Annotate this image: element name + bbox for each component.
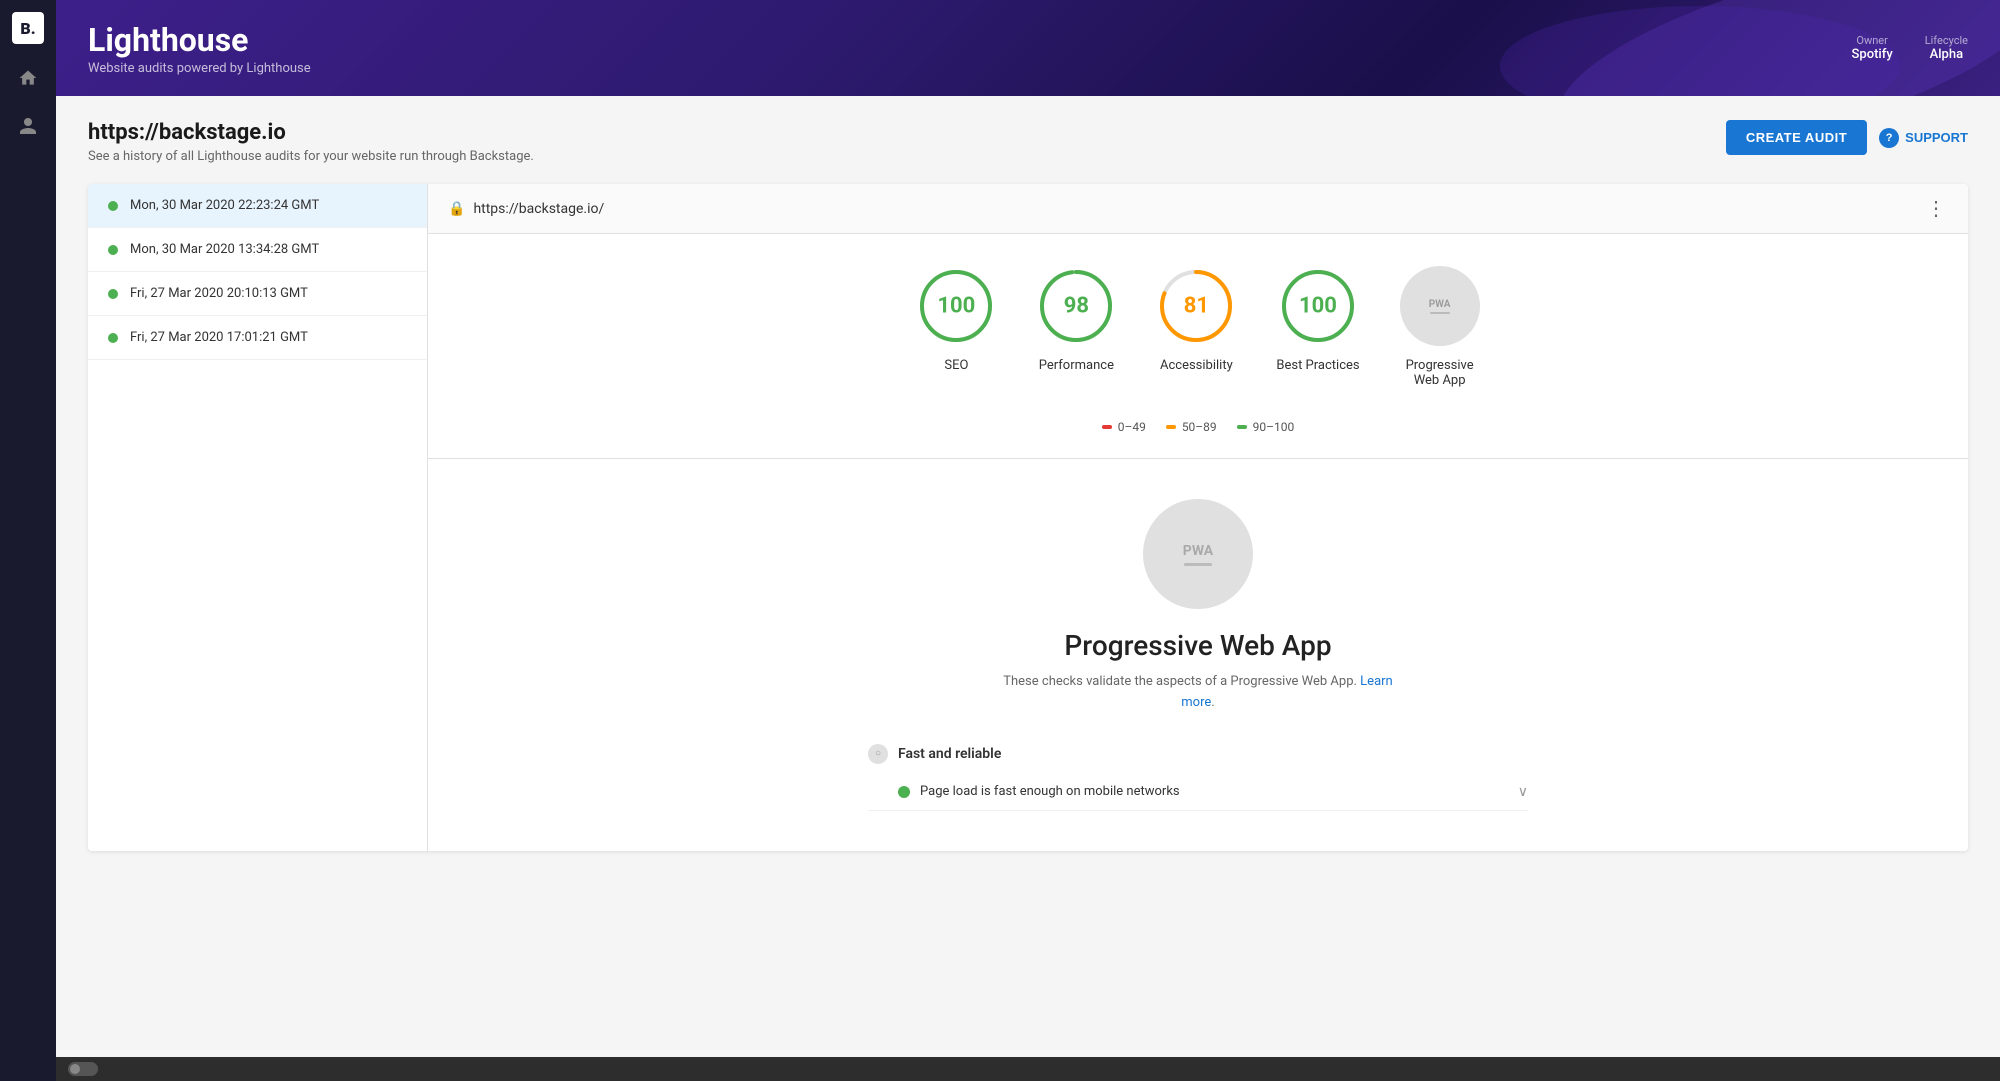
lifecycle-value: Alpha: [1925, 47, 1968, 62]
score-item: 98 Performance: [1036, 266, 1116, 388]
page-url: https://backstage.io: [88, 120, 534, 145]
page-body: https://backstage.io See a history of al…: [56, 96, 2000, 1081]
pwa-score-text: PWA: [1429, 299, 1451, 310]
header-right: Owner Spotify Lifecycle Alpha: [1852, 34, 1968, 62]
scores-section: 100 SEO 98 Performance 81 Accessibility: [428, 234, 1968, 408]
header-owner: Owner Spotify: [1852, 34, 1893, 62]
sidebar: B.: [0, 0, 56, 1081]
status-dot: [108, 201, 118, 211]
legend-range: 0–49: [1118, 420, 1146, 434]
status-dot: [108, 289, 118, 299]
audit-date: Fri, 27 Mar 2020 17:01:21 GMT: [130, 330, 308, 345]
legend-item: 50–89: [1166, 420, 1217, 434]
page-header: https://backstage.io See a history of al…: [88, 120, 1968, 164]
pwa-large-dash: [1184, 563, 1212, 566]
pwa-large-text: PWA: [1183, 543, 1213, 559]
score-circle-wrapper: 81: [1156, 266, 1236, 346]
score-circle-wrapper: 100: [916, 266, 996, 346]
audit-url-display: 🔒 https://backstage.io/: [448, 201, 604, 217]
audit-list-item[interactable]: Fri, 27 Mar 2020 17:01:21 GMT: [88, 316, 427, 360]
sidebar-item-home[interactable]: [14, 64, 42, 92]
audit-detail-header: 🔒 https://backstage.io/ ⋮: [428, 184, 1968, 234]
legend-item: 0–49: [1102, 420, 1146, 434]
more-options-button[interactable]: ⋮: [1926, 196, 1948, 221]
support-button[interactable]: ? SUPPORT: [1879, 128, 1968, 148]
legend-range: 90–100: [1253, 420, 1295, 434]
legend-dot: [1166, 425, 1176, 429]
create-audit-button[interactable]: CREATE AUDIT: [1726, 120, 1867, 155]
score-item: 100 Best Practices: [1276, 266, 1359, 388]
audit-list-item[interactable]: Mon, 30 Mar 2020 13:34:28 GMT: [88, 228, 427, 272]
pwa-score-dash: [1430, 312, 1450, 314]
content-layout: Mon, 30 Mar 2020 22:23:24 GMT Mon, 30 Ma…: [88, 184, 1968, 851]
check-green-icon: [898, 786, 910, 798]
legend-item: 90–100: [1237, 420, 1295, 434]
audit-detail-url: https://backstage.io/: [473, 201, 604, 217]
checklist-item[interactable]: Page load is fast enough on mobile netwo…: [868, 774, 1528, 811]
score-number: 100: [937, 294, 975, 319]
pwa-large-circle: PWA: [1143, 499, 1253, 609]
status-dot: [108, 333, 118, 343]
audit-list-item[interactable]: Fri, 27 Mar 2020 20:10:13 GMT: [88, 272, 427, 316]
pwa-section-desc: These checks validate the aspects of a P…: [998, 672, 1398, 714]
header-lifecycle: Lifecycle Alpha: [1925, 34, 1968, 62]
checklist-group-icon: ○: [868, 744, 888, 764]
pwa-score-circle: PWA: [1400, 266, 1480, 346]
sidebar-item-user[interactable]: [14, 112, 42, 140]
header-subtitle: Website audits powered by Lighthouse: [88, 61, 311, 76]
score-number: 81: [1184, 294, 1209, 319]
score-number: 98: [1064, 294, 1089, 319]
legend-range: 50–89: [1182, 420, 1217, 434]
bottom-toggle[interactable]: [68, 1062, 98, 1076]
audit-date: Fri, 27 Mar 2020 20:10:13 GMT: [130, 286, 308, 301]
score-item: 100 SEO: [916, 266, 996, 388]
pwa-section-title: Progressive Web App: [1064, 629, 1331, 662]
checklist-section: ○ Fast and reliable Page load is fast en…: [848, 714, 1548, 831]
score-number: 100: [1299, 294, 1337, 319]
audit-list-item[interactable]: Mon, 30 Mar 2020 22:23:24 GMT: [88, 184, 427, 228]
legend-dot: [1102, 425, 1112, 429]
score-label: Accessibility: [1160, 358, 1233, 373]
header: Lighthouse Website audits powered by Lig…: [56, 0, 2000, 96]
score-circle-wrapper: 98: [1036, 266, 1116, 346]
score-label: SEO: [944, 358, 968, 373]
page-title-group: https://backstage.io See a history of al…: [88, 120, 534, 164]
header-title: Lighthouse: [88, 21, 311, 59]
page-actions: CREATE AUDIT ? SUPPORT: [1726, 120, 1968, 155]
legend: 0–49 50–89 90–100: [428, 408, 1968, 458]
header-left: Lighthouse Website audits powered by Lig…: [88, 21, 311, 76]
score-item: PWA ProgressiveWeb App: [1400, 266, 1480, 388]
owner-value: Spotify: [1852, 47, 1893, 62]
audit-list: Mon, 30 Mar 2020 22:23:24 GMT Mon, 30 Ma…: [88, 184, 428, 851]
main-content: Lighthouse Website audits powered by Lig…: [56, 0, 2000, 1081]
score-label: Performance: [1039, 358, 1114, 373]
status-dot: [108, 245, 118, 255]
audit-date: Mon, 30 Mar 2020 13:34:28 GMT: [130, 242, 319, 257]
checklist-group-label: Fast and reliable: [898, 746, 1001, 762]
lock-icon: 🔒: [448, 201, 465, 217]
pwa-detail: PWA Progressive Web App These checks val…: [428, 459, 1968, 851]
page-description: See a history of all Lighthouse audits f…: [88, 149, 534, 164]
checklist-item-label: Page load is fast enough on mobile netwo…: [920, 784, 1180, 799]
pwa-desc-text: These checks validate the aspects of a P…: [1003, 674, 1360, 689]
lifecycle-label: Lifecycle: [1925, 34, 1968, 47]
score-label: ProgressiveWeb App: [1406, 358, 1474, 388]
score-label: Best Practices: [1276, 358, 1359, 373]
bottom-bar: [56, 1057, 2000, 1081]
score-item: 81 Accessibility: [1156, 266, 1236, 388]
support-label: SUPPORT: [1905, 130, 1968, 145]
audit-date: Mon, 30 Mar 2020 22:23:24 GMT: [130, 198, 319, 213]
support-icon: ?: [1879, 128, 1899, 148]
checklist-group-header: ○ Fast and reliable: [868, 734, 1528, 774]
chevron-down-icon: ∨: [1518, 784, 1528, 800]
checklist-item-left: Page load is fast enough on mobile netwo…: [898, 784, 1180, 799]
owner-label: Owner: [1852, 34, 1893, 47]
audit-detail: 🔒 https://backstage.io/ ⋮ 100 SEO: [428, 184, 1968, 851]
sidebar-logo: B.: [12, 12, 44, 44]
legend-dot: [1237, 425, 1247, 429]
score-circle-wrapper: 100: [1278, 266, 1358, 346]
